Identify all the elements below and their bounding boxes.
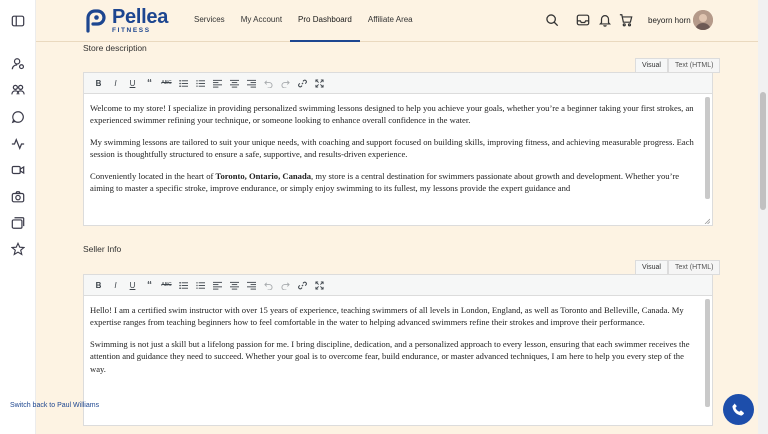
bell-icon[interactable] xyxy=(598,13,612,27)
strikethrough-icon[interactable]: ABC xyxy=(158,76,175,90)
underline-icon[interactable]: U xyxy=(124,76,141,90)
bold-icon[interactable]: B xyxy=(90,76,107,90)
tab-text-html[interactable]: Text (HTML) xyxy=(667,58,721,73)
avatar[interactable] xyxy=(693,10,713,30)
nav-pro-dashboard[interactable]: Pro Dashboard xyxy=(290,0,360,42)
align-left-icon[interactable] xyxy=(209,278,226,292)
seller-info-label: Seller Info xyxy=(83,244,122,254)
call-button[interactable] xyxy=(723,394,754,425)
main-nav: Services My Account Pro Dashboard Affili… xyxy=(186,0,421,42)
group-icon[interactable] xyxy=(11,83,25,97)
editor-toolbar: B I U “ ABC xyxy=(84,73,712,94)
store-description-editor[interactable]: B I U “ ABC Welcome to my store! I speci… xyxy=(83,72,713,226)
pellea-logo-mark-icon xyxy=(86,9,106,33)
blockquote-icon[interactable]: “ xyxy=(141,278,158,292)
chat-icon[interactable] xyxy=(11,110,25,124)
tab-text-html[interactable]: Text (HTML) xyxy=(667,260,721,275)
user-name[interactable]: beyorn horn xyxy=(648,16,691,25)
bullet-list-icon[interactable] xyxy=(175,278,192,292)
redo-icon[interactable] xyxy=(277,76,294,90)
search-icon[interactable] xyxy=(545,13,559,27)
paragraph: Hello! I am a certified swim instructor … xyxy=(90,305,684,328)
undo-icon[interactable] xyxy=(260,76,277,90)
paragraph: Welcome to my store! I specialize in pro… xyxy=(90,103,694,126)
undo-icon[interactable] xyxy=(260,278,277,292)
align-center-icon[interactable] xyxy=(226,76,243,90)
resize-handle-icon[interactable] xyxy=(704,218,710,224)
top-header: Pellea FITNESS Services My Account Pro D… xyxy=(36,0,758,42)
blockquote-icon[interactable]: “ xyxy=(141,76,158,90)
tab-visual[interactable]: Visual xyxy=(635,260,668,275)
star-icon[interactable] xyxy=(11,242,25,256)
editor-scrollbar[interactable] xyxy=(705,97,710,199)
cards-icon[interactable] xyxy=(11,216,25,230)
align-right-icon[interactable] xyxy=(243,278,260,292)
paragraph: My swimming lessons are tailored to suit… xyxy=(90,136,694,160)
nav-affiliate-area[interactable]: Affiliate Area xyxy=(360,0,421,42)
users-icon[interactable] xyxy=(11,57,25,71)
align-left-icon[interactable] xyxy=(209,76,226,90)
seller-info-mode-tabs: Visual Text (HTML) xyxy=(635,260,721,275)
page-scrollbar[interactable] xyxy=(758,0,768,434)
link-icon[interactable] xyxy=(294,76,311,90)
camera-icon[interactable] xyxy=(11,190,25,204)
italic-icon[interactable]: I xyxy=(107,278,124,292)
nav-services[interactable]: Services xyxy=(186,0,233,42)
fullscreen-icon[interactable] xyxy=(311,278,328,292)
align-right-icon[interactable] xyxy=(243,76,260,90)
seller-info-editor[interactable]: B I U “ ABC Hello! I am a certified swim… xyxy=(83,274,713,426)
left-icon-rail xyxy=(0,0,36,434)
store-description-mode-tabs: Visual Text (HTML) xyxy=(635,58,721,73)
italic-icon[interactable]: I xyxy=(107,76,124,90)
bold-icon[interactable]: B xyxy=(90,278,107,292)
editor-toolbar: B I U “ ABC xyxy=(84,275,712,296)
phone-icon xyxy=(732,403,744,416)
logo-name: Pellea xyxy=(112,6,169,29)
store-description-content[interactable]: Welcome to my store! I specialize in pro… xyxy=(84,94,712,225)
numbered-list-icon[interactable] xyxy=(192,278,209,292)
link-icon[interactable] xyxy=(294,278,311,292)
location-text: Toronto, Ontario, Canada xyxy=(215,170,312,181)
sidebar-toggle-icon[interactable] xyxy=(11,14,25,28)
strikethrough-icon[interactable]: ABC xyxy=(158,278,175,292)
editor-scrollbar[interactable] xyxy=(705,299,710,407)
paragraph: Conveniently located in the heart of Tor… xyxy=(90,170,680,194)
underline-icon[interactable]: U xyxy=(124,278,141,292)
pellea-logo[interactable]: Pellea FITNESS xyxy=(84,7,168,35)
paragraph: Swimming is not just a skill but a lifel… xyxy=(90,338,690,374)
activity-icon[interactable] xyxy=(11,137,25,151)
switch-back-link[interactable]: Switch back to Paul Williams xyxy=(10,402,99,409)
align-center-icon[interactable] xyxy=(226,278,243,292)
cart-icon[interactable] xyxy=(619,13,633,27)
redo-icon[interactable] xyxy=(277,278,294,292)
tab-visual[interactable]: Visual xyxy=(635,58,668,73)
seller-info-content[interactable]: Hello! I am a certified swim instructor … xyxy=(84,296,712,425)
header-actions xyxy=(545,13,633,27)
store-description-label: Store description xyxy=(83,43,147,53)
logo-subtitle: FITNESS xyxy=(112,27,151,35)
nav-my-account[interactable]: My Account xyxy=(233,0,290,42)
numbered-list-icon[interactable] xyxy=(192,76,209,90)
inbox-icon[interactable] xyxy=(576,13,590,27)
video-icon[interactable] xyxy=(11,163,25,177)
bullet-list-icon[interactable] xyxy=(175,76,192,90)
fullscreen-icon[interactable] xyxy=(311,76,328,90)
